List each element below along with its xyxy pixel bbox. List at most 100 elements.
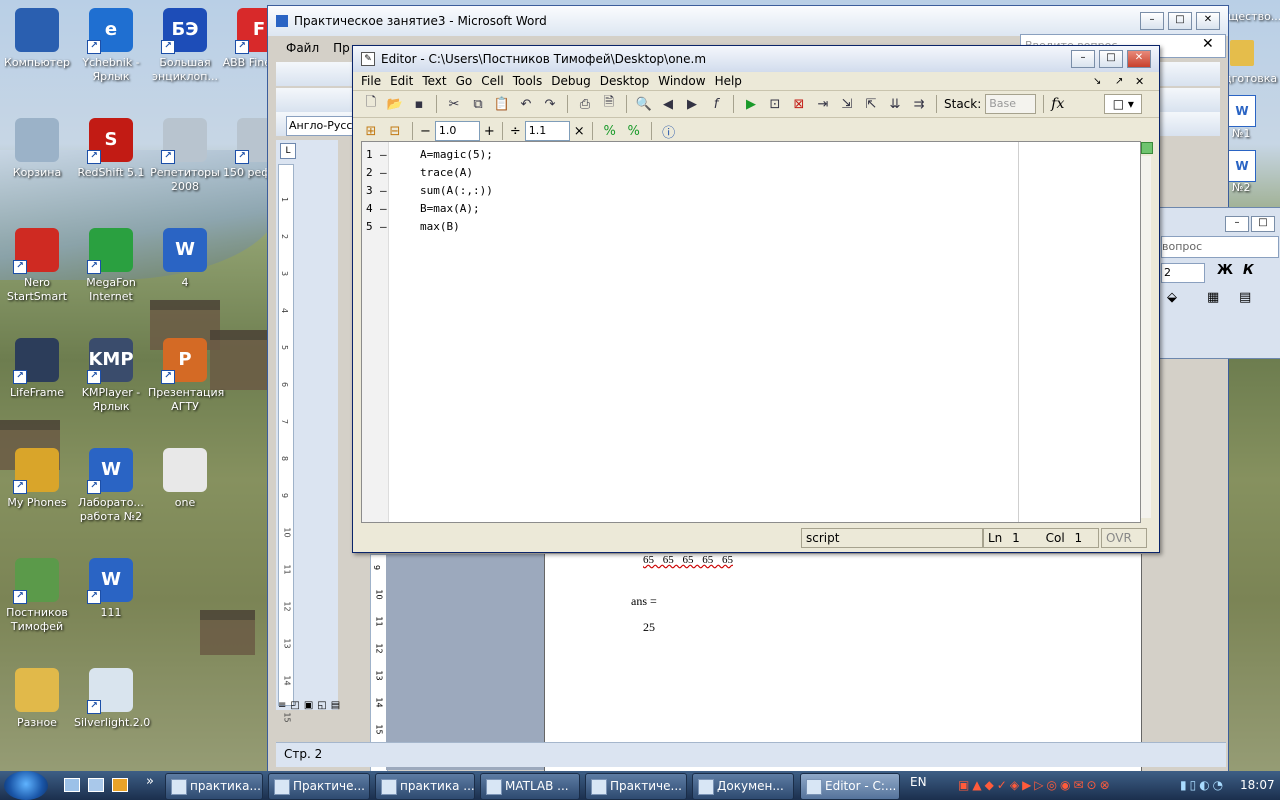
cell-value-input-2[interactable]: 1.1	[524, 121, 570, 141]
code-line[interactable]: 1– A=magic(5);	[362, 146, 1012, 164]
fx-button[interactable]: fx	[1051, 96, 1064, 112]
dock-icon[interactable]: ↘	[1093, 76, 1101, 87]
desktop-icon[interactable]: Компьютер	[0, 8, 74, 70]
fill-color-icon[interactable]: ⬙	[1167, 290, 1177, 305]
tray-icons[interactable]: ▣▲◆✓◈▶▷◎◉✉⊙⊗	[958, 778, 1113, 792]
desktop-icon[interactable]: БЭ ↗ Большая энциклоп...	[148, 8, 222, 84]
menu-file[interactable]: File	[361, 74, 381, 88]
desktop-right-icon[interactable]: щество...	[1228, 10, 1280, 23]
word2-help-search-input[interactable]: вопрос	[1161, 236, 1279, 258]
close-button[interactable]: ✕	[1127, 50, 1151, 68]
italic-button[interactable]: К	[1243, 263, 1254, 278]
desktop-icon[interactable]: ↗ Silverlight.2.0	[74, 668, 150, 730]
code-line[interactable]: 2– trace(A)	[362, 164, 1012, 182]
desktop-icon[interactable]: S ↗ RedShift 5.1	[74, 118, 148, 180]
desktop-icon[interactable]: one	[148, 448, 222, 510]
undock-icon[interactable]: ↗	[1115, 76, 1123, 87]
bold-button[interactable]: Ж	[1217, 263, 1233, 278]
desktop-icon[interactable]: Разное	[0, 668, 74, 730]
taskbar-button[interactable]: MATLAB ...	[480, 773, 580, 800]
menu-edit[interactable]: Edit	[390, 74, 413, 88]
comment-icon[interactable]: %	[600, 121, 620, 141]
word-help-close-icon[interactable]: ✕	[1202, 36, 1214, 52]
insert-cell-icon[interactable]: ⊞	[361, 121, 381, 141]
editor-title-bar[interactable]: ✎ Editor - C:\Users\Постников Тимофей\De…	[353, 46, 1159, 72]
find-files-icon[interactable]: 🗎	[599, 94, 619, 114]
code-line[interactable]: 5– max(B)	[362, 218, 1012, 236]
increment-button[interactable]: +	[484, 124, 495, 139]
maximize-button[interactable]: □	[1099, 50, 1123, 68]
maximize-button[interactable]: □	[1168, 12, 1192, 30]
cut-icon[interactable]: ✂	[444, 94, 464, 114]
desktop-icon[interactable]: W ↗ Лаборато... работа №2	[74, 448, 148, 524]
desktop-icon[interactable]: W ↗ 111	[74, 558, 148, 620]
word-style-box[interactable]: Англо-Русс	[286, 116, 356, 136]
exit-debug-icon[interactable]: ⇉	[909, 94, 929, 114]
word-view-buttons[interactable]: ≡◰▣◱▤	[278, 700, 358, 716]
media-player-icon[interactable]	[112, 778, 128, 792]
run-icon[interactable]: ▶	[741, 94, 761, 114]
word-window-secondary[interactable]: – □ вопрос 2 Ж К ⬙ ▦ ▤	[1158, 207, 1280, 359]
code-editor[interactable]: 1– A=magic(5); 2– trace(A) 3– sum(A(:,:)) 4– B=…	[361, 141, 1141, 523]
breakpoint-marker[interactable]: –	[380, 164, 387, 182]
paste-icon[interactable]: 📋	[492, 94, 512, 114]
word-doc-icon[interactable]: W	[1228, 150, 1256, 182]
set-breakpoint-icon[interactable]: ⊡	[765, 94, 785, 114]
step-out-icon[interactable]: ⇱	[861, 94, 881, 114]
matlab-editor-window[interactable]: ✎ Editor - C:\Users\Постников Тимофей\De…	[352, 45, 1160, 553]
breakpoint-marker[interactable]: –	[380, 200, 387, 218]
uncomment-icon[interactable]: %	[624, 121, 644, 141]
breakpoint-marker[interactable]: –	[380, 218, 387, 236]
menu-text[interactable]: Text	[422, 74, 446, 88]
code-line[interactable]: 3– sum(A(:,:))	[362, 182, 1012, 200]
menu-help[interactable]: Help	[715, 74, 742, 88]
desktop-right-icon[interactable]: №1	[1232, 127, 1272, 140]
clear-breakpoint-icon[interactable]: ⊠	[789, 94, 809, 114]
close-doc-icon[interactable]: ✕	[1135, 75, 1144, 88]
minimize-button[interactable]: –	[1071, 50, 1095, 68]
desktop-icon[interactable]: W4	[148, 228, 222, 290]
menu-tools[interactable]: Tools	[513, 74, 543, 88]
save-icon[interactable]: ▪	[409, 94, 429, 114]
breakpoint-marker[interactable]: –	[380, 182, 387, 200]
stack-select[interactable]: Base	[985, 94, 1037, 114]
vertical-scrollbar[interactable]	[1141, 156, 1151, 518]
switch-windows-icon[interactable]	[88, 778, 104, 792]
tray-icons-secondary[interactable]: ▮▯◐◔	[1180, 778, 1226, 792]
table-icon[interactable]: ▤	[1239, 290, 1251, 305]
close-button[interactable]: ✕	[1196, 12, 1220, 30]
word-menu-file[interactable]: Файл	[286, 41, 319, 55]
word-doc-icon[interactable]: W	[1228, 95, 1256, 127]
function-browser-icon[interactable]: f	[706, 94, 726, 114]
show-desktop-icon[interactable]	[64, 778, 80, 792]
word2-font-size-select[interactable]: 2	[1161, 263, 1205, 283]
undo-icon[interactable]: ↶	[516, 94, 536, 114]
desktop-icon[interactable]: ↗ LifeFrame	[0, 338, 74, 400]
cell-value-input-1[interactable]: 1.0	[434, 121, 480, 141]
desktop-icon[interactable]: P ↗ Презентация АГТУ	[148, 338, 224, 414]
word-title-bar[interactable]: Практическое занятие3 - Microsoft Word –…	[268, 6, 1228, 36]
quick-launch-more[interactable]: »	[146, 774, 154, 789]
desktop-icon[interactable]: ↗ MegaFon Internet	[74, 228, 148, 304]
minimize-button[interactable]: –	[1225, 216, 1249, 232]
desktop-right-icon[interactable]: дготовка	[1224, 72, 1280, 85]
layout-select[interactable]: □ ▾	[1104, 94, 1143, 114]
print-icon[interactable]: ⎙	[575, 94, 595, 114]
taskbar-button[interactable]: практика...	[165, 773, 263, 800]
continue-icon[interactable]: ⇊	[885, 94, 905, 114]
step-in-icon[interactable]: ⇲	[837, 94, 857, 114]
forward-arrow-icon[interactable]: ▶	[682, 94, 702, 114]
word-document-page[interactable]: 65 65 65 65 65 ans = 25	[544, 554, 1142, 772]
copy-icon[interactable]: ⧉	[468, 94, 488, 114]
desktop-icon[interactable]: ↗ Nero StartSmart	[0, 228, 74, 304]
menu-cell[interactable]: Cell	[481, 74, 503, 88]
desktop-right-icon[interactable]: №2	[1232, 181, 1272, 194]
desktop-icon[interactable]: Корзина	[0, 118, 74, 180]
start-button[interactable]	[4, 771, 48, 800]
step-icon[interactable]: ⇥	[813, 94, 833, 114]
tab-stop-icon[interactable]: L	[280, 143, 296, 159]
desktop-icon[interactable]: e ↗ Ychebnik - Ярлык	[74, 8, 148, 84]
menu-window[interactable]: Window	[658, 74, 705, 88]
desktop-icon[interactable]: ↗ My Phones	[0, 448, 74, 510]
multiply-button[interactable]: ×	[574, 124, 585, 139]
